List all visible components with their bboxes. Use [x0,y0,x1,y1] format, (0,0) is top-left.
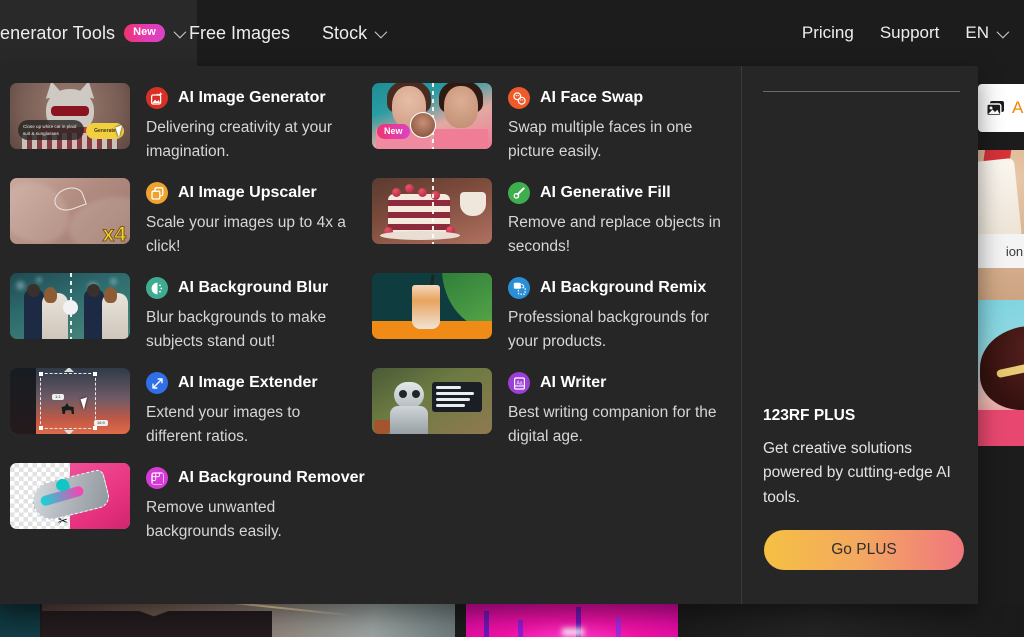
thumbnail-prompt-text: Close up white cat in plaid suit & sungl… [18,120,84,140]
tool-description: Blur backgrounds to make subjects stand … [146,309,327,351]
tool-description: Professional backgrounds for your produc… [508,309,709,351]
tool-description: Best writing companion for the digital a… [508,404,717,446]
tool-title: AI Writer [540,374,607,392]
tool-description: Swap multiple faces in one picture easil… [508,119,693,161]
go-plus-button[interactable]: Go PLUS [764,530,964,570]
tool-item-ai-image-extender[interactable]: 1:1 16:9 AI Image Extender Extend your i… [10,368,372,449]
image-stack-icon [986,100,1005,117]
thumbnail-x4-label: x4 [102,223,126,245]
tool-thumbnail[interactable] [372,368,492,435]
tool-title: AI Generative Fill [540,184,671,202]
tool-item-ai-image-generator[interactable]: Close up white cat in plaid suit & sungl… [10,83,372,164]
nav-tab-label: enerator Tools [0,22,116,43]
nav-item-label: Pricing [801,23,854,42]
strip-thumb-neon[interactable] [466,604,678,637]
nav-item-pricing[interactable]: Pricing [802,0,854,66]
tool-description: Remove unwanted backgrounds easily. [146,499,282,541]
upscale-squares-icon [146,182,168,205]
promo-description: Get creative solutions powered by cuttin… [763,440,951,506]
tool-thumbnail[interactable]: 1:1 16:9 [10,368,130,435]
nav-tab-generator-tools[interactable]: enerator Tools New [0,0,197,66]
tool-title: AI Background Remix [540,279,707,297]
tool-description: Remove and replace objects in seconds! [508,214,721,256]
background-thumbnail-bottom[interactable] [978,300,1024,446]
tool-thumbnail[interactable]: Close up white cat in plaid suit & sungl… [10,83,130,149]
scissors-icon: ✂ [58,514,69,529]
background-thumbnail-caption: ion... [978,234,1024,268]
tool-thumbnail[interactable] [372,178,492,245]
background-filter-bar[interactable]: All [978,84,1024,132]
tool-item-ai-background-remix[interactable]: AI Background Remix Professional backgro… [372,273,731,354]
tool-title: AI Background Remover [178,469,365,487]
tool-item-ai-generative-fill[interactable]: AI Generative Fill Remove and replace ob… [372,178,731,259]
thumbnail-new-badge: New [377,124,410,139]
tool-item-ai-image-upscaler[interactable]: x4 AI Image Upscaler Scale your images u… [10,178,372,259]
panel-divider [741,66,742,604]
background-image-strip [0,604,1024,637]
tool-title: AI Image Extender [178,374,318,392]
promo-divider-line [763,91,960,92]
tool-description: Extend your images to different ratios. [146,404,301,446]
faces-swap-icon [508,87,530,109]
background-thumbnail-top[interactable]: ion... [978,150,1024,300]
expand-arrows-icon [146,372,168,395]
tool-title: AI Image Upscaler [178,184,317,202]
tool-item-ai-background-blur[interactable]: AI Background Blur Blur backgrounds to m… [10,273,372,354]
blur-circle-icon [146,277,168,300]
dropdown-column-2: New AI Face Swap Swap multiple faces in … [372,66,731,558]
brush-icon [508,182,530,205]
generator-tools-dropdown: Close up white cat in plaid suit & sungl… [0,66,978,604]
chevron-down-icon [996,25,1010,38]
promo-panel: 123RF PLUS Get creative solutions powere… [763,66,964,604]
tool-thumbnail[interactable]: New [372,83,492,149]
writer-page-icon: Aa [508,372,530,395]
app-root: All ion... enerator Tools [0,0,1024,637]
filter-bar-label: All [1012,98,1024,117]
nav-item-language[interactable]: EN [965,0,1010,66]
tool-description: Scale your images up to 4x a click! [146,214,346,256]
nav-item-stock[interactable]: Stock [322,0,388,66]
nav-item-label: Support [879,23,940,42]
tool-item-ai-face-swap[interactable]: New AI Face Swap Swap multiple faces in … [372,83,731,164]
tool-thumbnail[interactable] [372,273,492,340]
image-sparkle-icon [146,87,168,109]
chevron-down-icon [374,25,388,38]
tool-item-ai-writer[interactable]: Aa AI Writer Best writing companion for … [372,368,731,449]
tool-thumbnail[interactable]: ✂ [10,463,130,530]
promo-title: 123RF PLUS [763,407,856,424]
tool-description: Delivering creativity at your imaginatio… [146,119,333,161]
nav-item-label: Stock [322,22,368,43]
nav-item-label: EN [965,23,989,42]
tool-title: AI Face Swap [540,89,644,106]
strip-thumb-mountain[interactable] [42,604,455,637]
dropdown-column-1: Close up white cat in plaid suit & sungl… [0,66,372,558]
new-badge: New [124,24,165,42]
top-navbar: enerator Tools New Free Images Stock Pri… [0,0,1024,66]
svg-text:Aa: Aa [516,380,522,386]
tool-thumbnail[interactable] [10,273,130,340]
tool-thumbnail[interactable]: x4 [10,178,130,245]
tool-title: AI Background Blur [178,279,329,297]
remix-frame-icon [508,277,530,300]
grid-cut-icon [146,467,168,490]
chevron-down-icon [173,25,187,38]
tool-title: AI Image Generator [178,89,326,106]
nav-item-label: Free Images [189,22,291,43]
tool-item-ai-background-remover[interactable]: ✂ AI Background Remover Remove unwanted … [10,463,372,544]
nav-item-free-images[interactable]: Free Images [189,0,290,66]
nav-item-support[interactable]: Support [880,0,940,66]
